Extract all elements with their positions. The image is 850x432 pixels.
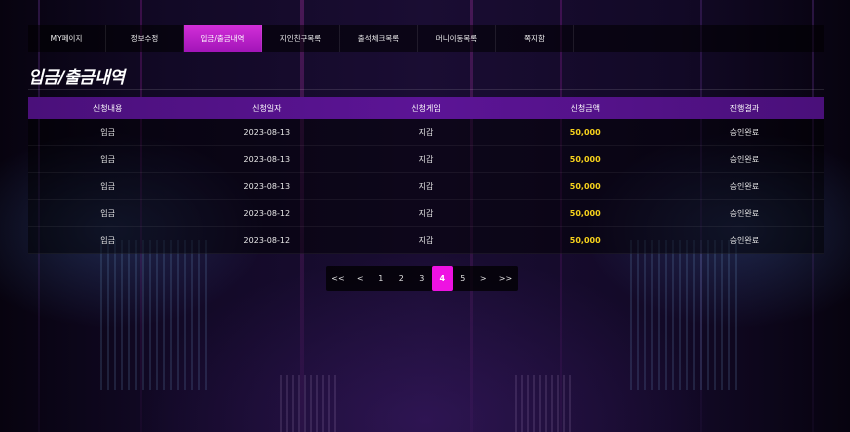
cell-amount: 50,000 xyxy=(569,127,601,137)
cell-game: 지갑 xyxy=(418,208,434,218)
cell-game: 지갑 xyxy=(418,127,434,137)
pagination-next-button[interactable]: > xyxy=(473,266,494,291)
cell-date: 2023-08-13 xyxy=(243,127,291,137)
cell-status: 승인완료 xyxy=(729,208,760,218)
cell-game: 지갑 xyxy=(418,235,434,245)
tab-mypage[interactable]: MY페이지 xyxy=(28,25,106,52)
cell-type: 입금 xyxy=(100,154,115,164)
column-header-status: 진행결과 xyxy=(729,103,760,113)
pagination-page-3[interactable]: 3 xyxy=(412,266,433,291)
tab-edit-profile[interactable]: 정보수정 xyxy=(106,25,184,52)
background-light-column xyxy=(630,240,740,390)
cell-amount: 50,000 xyxy=(569,154,601,164)
background-light-column xyxy=(280,375,340,432)
cell-status: 승인완료 xyxy=(729,127,760,137)
pagination-page-1[interactable]: 1 xyxy=(371,266,392,291)
tab-money-transfer-list[interactable]: 머니이동목록 xyxy=(418,25,496,52)
cell-date: 2023-08-13 xyxy=(243,181,291,191)
cell-type: 입금 xyxy=(100,181,115,191)
cell-status: 승인완료 xyxy=(729,154,760,164)
cell-amount: 50,000 xyxy=(569,208,601,218)
table-row: 입금 2023-08-12 지갑 50,000 승인완료 xyxy=(28,200,824,227)
tab-deposit-withdrawal-history[interactable]: 입금/출금내역 xyxy=(184,25,262,52)
pagination-first-button[interactable]: << xyxy=(326,266,350,291)
column-header-request-amount: 신청금액 xyxy=(570,103,600,113)
cell-status: 승인완료 xyxy=(729,181,760,191)
cell-type: 입금 xyxy=(100,235,115,245)
history-table: 신청내용 신청일자 신청게임 신청금액 진행결과 입금 2023-08-13 지… xyxy=(28,97,824,254)
mypage-tab-bar: MY페이지 정보수정 입금/출금내역 지인친구목록 출석체크목록 머니이동목록 … xyxy=(28,25,824,52)
column-header-request-date: 신청일자 xyxy=(252,103,282,113)
column-header-request-type: 신청내용 xyxy=(92,103,123,113)
page-title: 입금/출금내역 xyxy=(28,68,125,88)
cell-amount: 50,000 xyxy=(569,235,601,245)
background-light-column xyxy=(515,375,575,432)
cell-type: 입금 xyxy=(100,208,115,218)
table-header: 신청내용 신청일자 신청게임 신청금액 진행결과 xyxy=(28,97,824,119)
table-row: 입금 2023-08-13 지갑 50,000 승인완료 xyxy=(28,119,824,146)
table-row: 입금 2023-08-13 지갑 50,000 승인완료 xyxy=(28,146,824,173)
cell-type: 입금 xyxy=(100,127,115,137)
table-row: 입금 2023-08-13 지갑 50,000 승인완료 xyxy=(28,173,824,200)
cell-game: 지갑 xyxy=(418,154,434,164)
tab-attendance-list[interactable]: 출석체크목록 xyxy=(340,25,418,52)
pagination-last-button[interactable]: >> xyxy=(494,266,518,291)
table-row: 입금 2023-08-12 지갑 50,000 승인완료 xyxy=(28,227,824,254)
tab-friend-list[interactable]: 지인친구목록 xyxy=(262,25,340,52)
background-light-column xyxy=(100,240,210,390)
cell-date: 2023-08-13 xyxy=(243,154,291,164)
cell-status: 승인완료 xyxy=(729,235,760,245)
column-header-request-game: 신청게임 xyxy=(411,103,441,113)
pagination-page-4-current[interactable]: 4 xyxy=(432,266,453,291)
cell-date: 2023-08-12 xyxy=(243,208,291,218)
title-divider xyxy=(28,89,824,90)
cell-date: 2023-08-12 xyxy=(243,235,291,245)
cell-game: 지갑 xyxy=(418,181,434,191)
pagination-page-2[interactable]: 2 xyxy=(391,266,412,291)
pagination-prev-button[interactable]: < xyxy=(350,266,371,291)
tab-message-box[interactable]: 쪽지함 xyxy=(496,25,574,52)
cell-amount: 50,000 xyxy=(569,181,601,191)
pagination: << < 1 2 3 4 5 > >> xyxy=(326,266,518,291)
pagination-page-5[interactable]: 5 xyxy=(453,266,474,291)
